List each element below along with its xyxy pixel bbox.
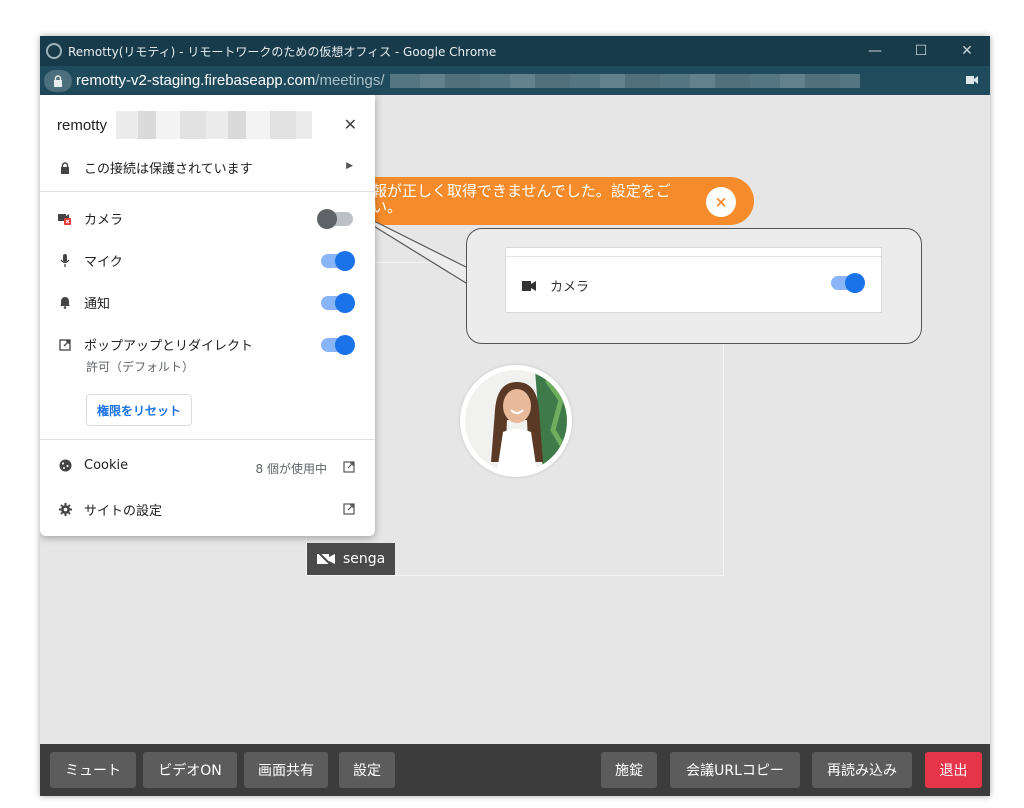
address-bar[interactable]: remotty-v2-staging.firebaseapp.com/meeti… xyxy=(40,66,990,95)
notifications-toggle[interactable] xyxy=(321,293,355,313)
external-link-icon[interactable] xyxy=(343,461,355,473)
permission-label-camera: カメラ xyxy=(84,213,124,228)
callout-setting-card: カメラ xyxy=(505,247,882,313)
url-text[interactable]: remotty-v2-staging.firebaseapp.com/meeti… xyxy=(76,72,384,89)
callout-camera-toggle[interactable] xyxy=(831,273,865,293)
copy-meeting-url-button[interactable]: 会議URLコピー xyxy=(670,752,800,788)
error-toast: 報が正しく取得できませんでした。設定をご い。 × xyxy=(332,177,754,225)
close-window-button[interactable]: ✕ xyxy=(944,36,990,66)
reset-permissions-button[interactable]: 権限をリセット xyxy=(86,394,192,426)
permission-row-microphone: マイク xyxy=(58,251,123,270)
url-host: remotty-v2-staging.firebaseapp.com xyxy=(76,72,316,89)
site-name-redacted xyxy=(116,111,312,139)
toast-text-line2: い。 xyxy=(372,198,403,216)
app-icon xyxy=(46,43,62,59)
site-settings-label: サイトの設定 xyxy=(84,504,163,519)
participant-avatar[interactable] xyxy=(460,365,572,477)
external-link-icon[interactable] xyxy=(343,503,355,515)
cookie-count: 8 個が使用中 xyxy=(255,462,327,476)
toast-text-line1: 報が正しく取得できませんでした。設定をご xyxy=(372,182,671,200)
camera-toggle[interactable] xyxy=(317,209,353,229)
microphone-icon xyxy=(58,253,72,268)
camera-indicator-icon[interactable] xyxy=(966,75,978,85)
permission-label-popups: ポップアップとリダイレクト xyxy=(84,339,254,354)
lock-icon xyxy=(58,161,72,175)
connection-secure-row[interactable]: この接続は保護されています xyxy=(58,158,253,177)
title-bar: Remotty(リモティ) - リモートワークのための仮想オフィス - Goog… xyxy=(40,36,990,66)
popup-divider xyxy=(40,439,375,440)
url-path: /meetings/ xyxy=(315,72,385,89)
camera-blocked-icon xyxy=(58,212,72,226)
site-settings-row[interactable]: サイトの設定 xyxy=(58,500,162,519)
meeting-toolbar: ミュート ビデオON 画面共有 設定 施錠 会議URLコピー 再読み込み 退出 xyxy=(40,744,990,796)
microphone-toggle[interactable] xyxy=(321,251,355,271)
participant-name-tag: senga xyxy=(307,543,395,575)
maximize-button[interactable]: ☐ xyxy=(898,36,944,66)
toast-close-button[interactable]: × xyxy=(706,187,736,217)
popup-divider xyxy=(40,191,375,192)
permission-row-notifications: 通知 xyxy=(58,293,110,312)
minimize-button[interactable]: — xyxy=(852,36,898,66)
gear-icon xyxy=(58,503,72,517)
callout-camera-row: カメラ xyxy=(522,276,589,295)
settings-button[interactable]: 設定 xyxy=(339,752,395,788)
connection-text: この接続は保護されています xyxy=(84,162,253,177)
camera-icon xyxy=(522,280,536,291)
permission-label-notifications: 通知 xyxy=(84,297,111,312)
popups-toggle[interactable] xyxy=(321,335,355,355)
permission-label-microphone: マイク xyxy=(84,255,123,270)
callout-camera-label: カメラ xyxy=(550,280,590,295)
popup-icon xyxy=(58,338,72,352)
lock-icon xyxy=(54,74,62,87)
popup-close-button[interactable]: ✕ xyxy=(344,115,357,134)
url-redacted xyxy=(390,73,861,88)
site-info-popup: remotty ✕ この接続は保護されています ▶ カメラ マイク 通知 ポップ… xyxy=(40,95,375,536)
cookie-label: Cookie xyxy=(84,458,129,473)
chevron-right-icon: ▶ xyxy=(346,161,353,171)
screen-share-button[interactable]: 画面共有 xyxy=(244,752,328,788)
reload-button[interactable]: 再読み込み xyxy=(812,752,912,788)
popup-site-name: remotty xyxy=(57,117,108,134)
lock-room-button[interactable]: 施錠 xyxy=(601,752,657,788)
bell-icon xyxy=(58,296,72,310)
window-title: Remotty(リモティ) - リモートワークのための仮想オフィス - Goog… xyxy=(68,44,497,59)
mute-button[interactable]: ミュート xyxy=(50,752,136,788)
browser-window: Remotty(リモティ) - リモートワークのための仮想オフィス - Goog… xyxy=(40,36,990,796)
camera-setting-callout: カメラ xyxy=(466,228,922,344)
avatar-photo xyxy=(465,370,567,472)
popups-default-text: 許可（デフォルト） xyxy=(86,360,195,374)
cookie-row[interactable]: Cookie xyxy=(58,458,128,473)
camera-off-icon xyxy=(317,552,335,566)
permission-row-popups: ポップアップとリダイレクト xyxy=(58,335,253,354)
leave-button[interactable]: 退出 xyxy=(925,752,982,788)
video-on-button[interactable]: ビデオON xyxy=(143,752,237,788)
cookie-icon xyxy=(58,459,72,473)
participant-name: senga xyxy=(343,551,386,567)
callout-divider xyxy=(506,256,881,257)
permission-row-camera: カメラ xyxy=(58,209,123,228)
site-info-button[interactable] xyxy=(44,69,72,92)
